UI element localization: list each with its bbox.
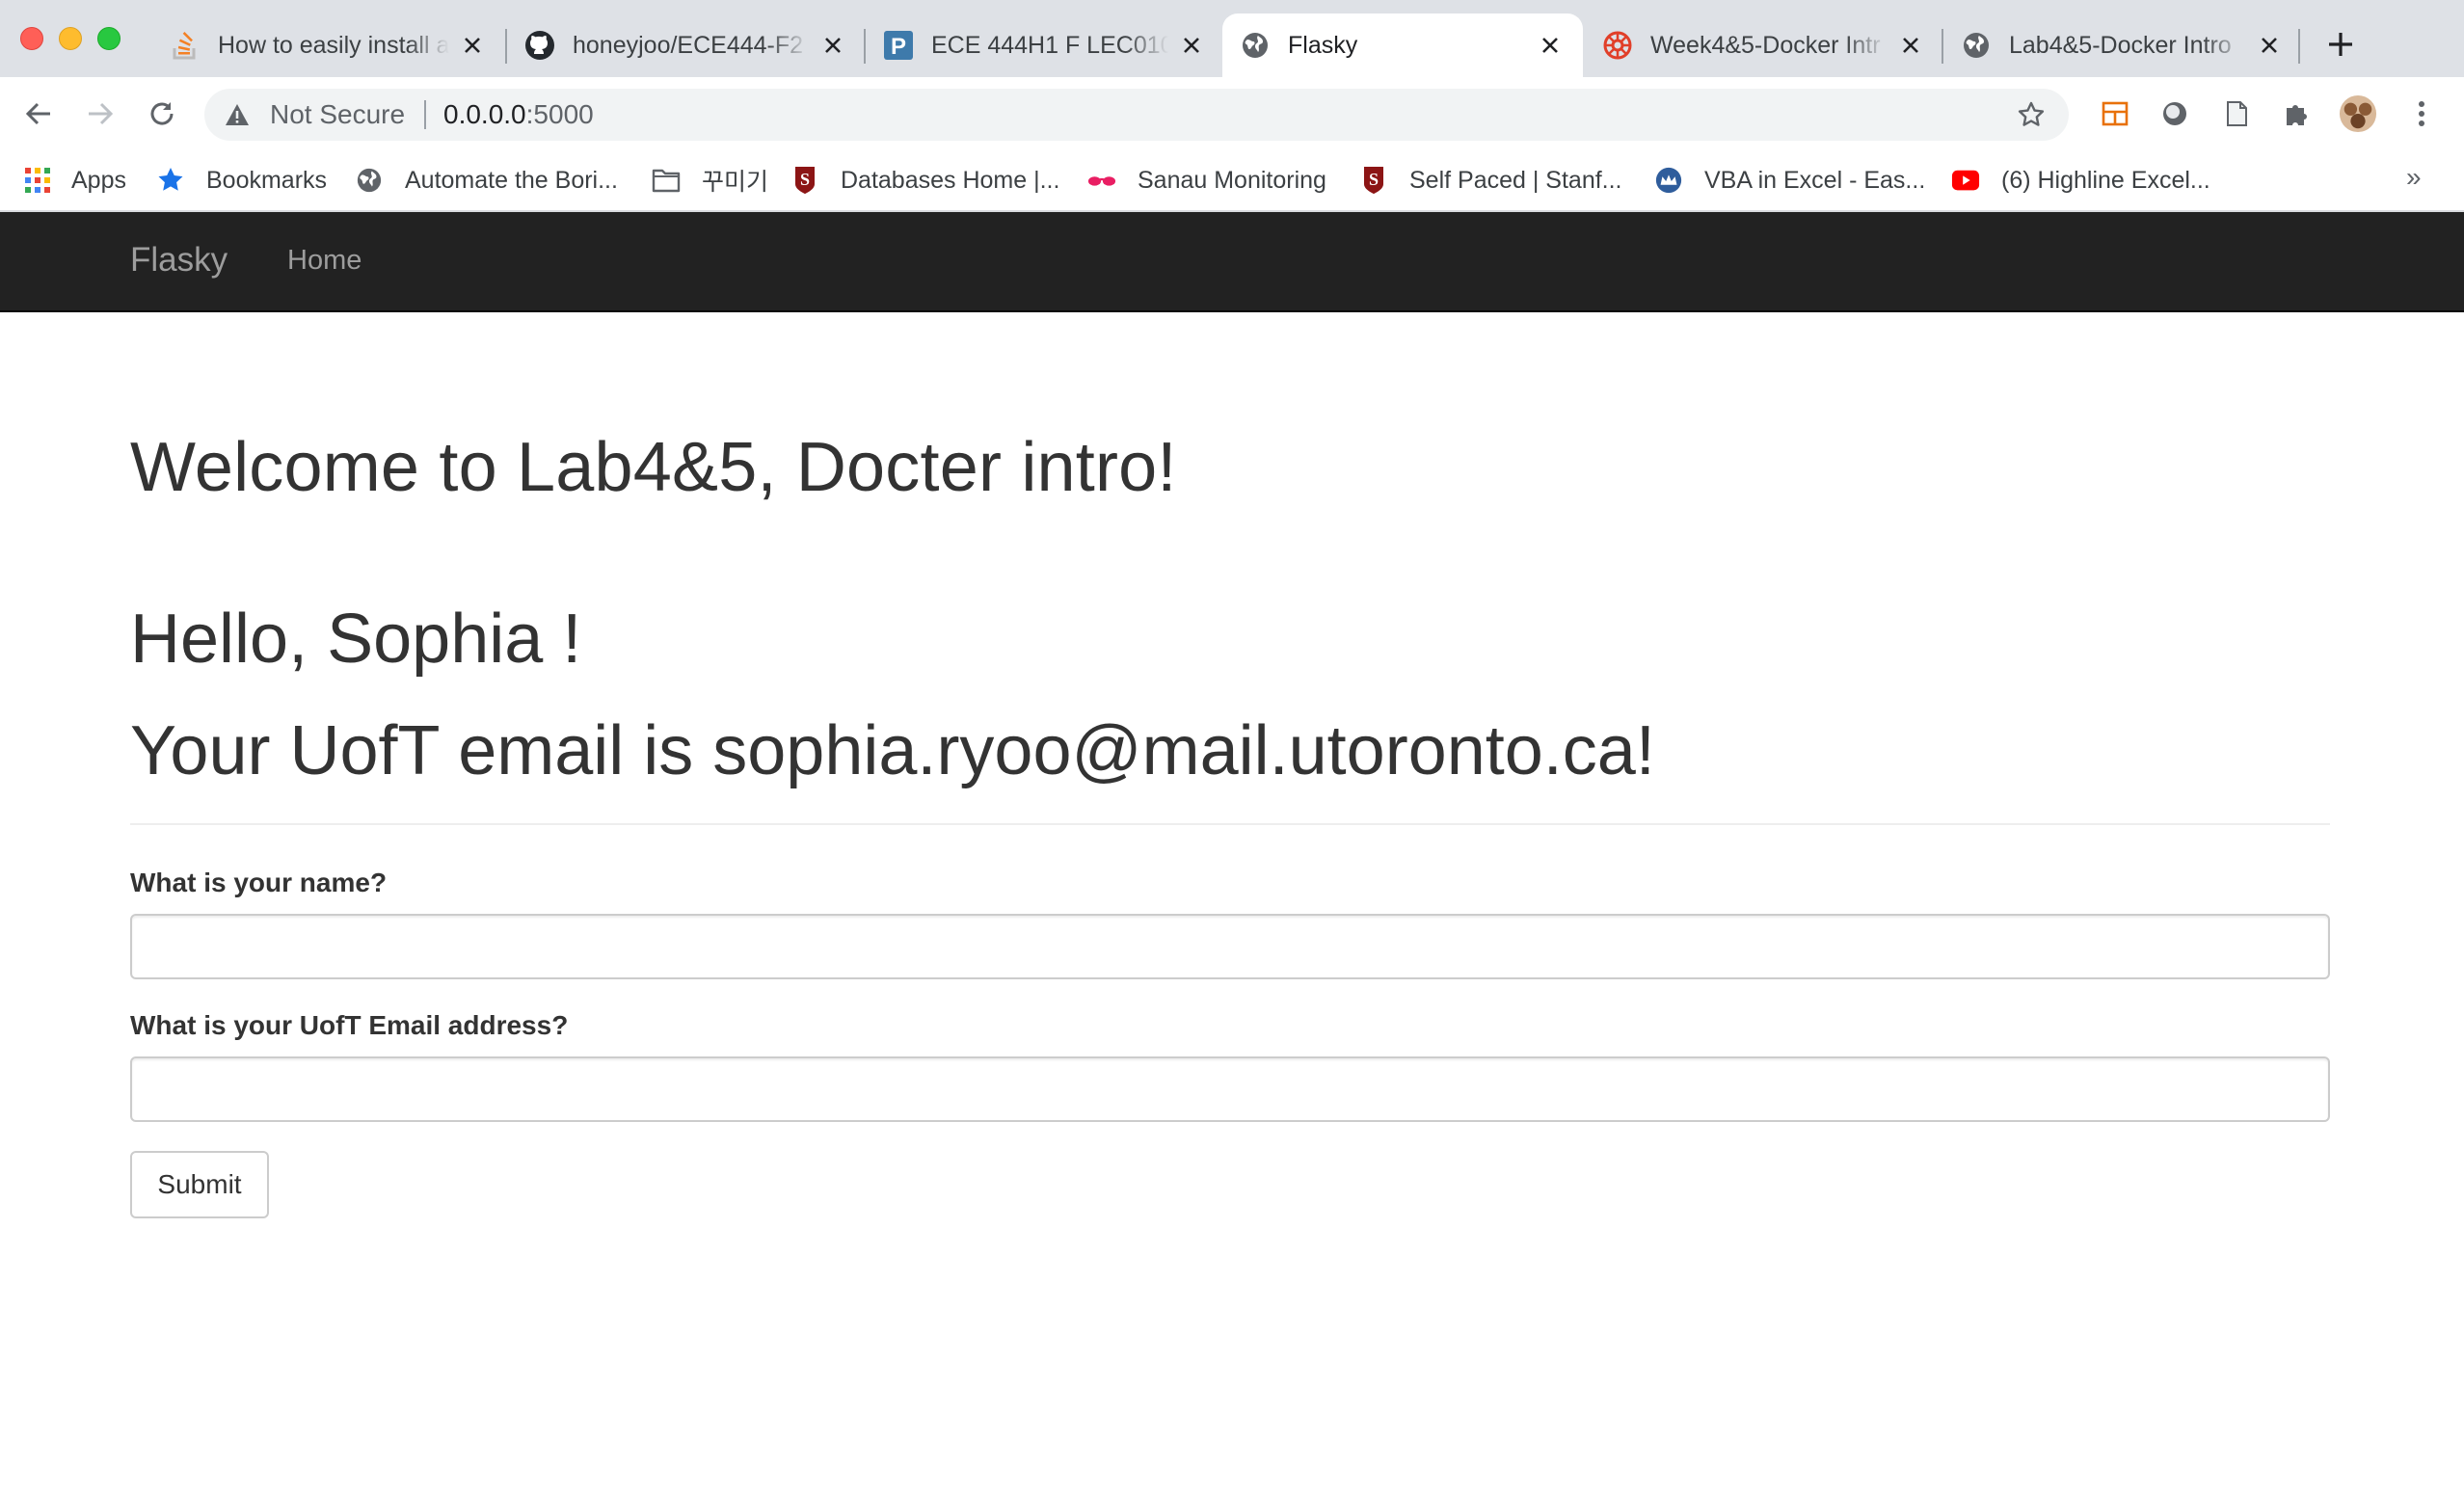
nav-link-home[interactable]: Home [287, 245, 362, 277]
warning-icon [226, 104, 249, 125]
url-text[interactable]: 0.0.0.0:5000 [443, 99, 594, 130]
quercus-icon [1602, 30, 1633, 61]
tab-separator [2298, 29, 2300, 64]
reload-button[interactable] [141, 93, 183, 135]
tab-title: Flasky [1288, 31, 1358, 59]
site-navbar: Flasky Home [0, 212, 2464, 312]
crown-icon [1654, 166, 1683, 195]
url-host: 0.0.0.0 [443, 99, 526, 129]
email-label: What is your UofT Email address? [130, 1010, 569, 1040]
bookmarks-overflow-button[interactable]: » [2406, 162, 2422, 193]
bookmark-label: Apps [71, 166, 126, 194]
extension-document-icon[interactable] [2217, 94, 2256, 133]
bookmark-label: Self Paced | Stanf... [1409, 166, 1622, 194]
close-icon[interactable] [459, 32, 486, 59]
close-icon[interactable] [819, 32, 846, 59]
bookmark-folder[interactable]: 꾸미기 [652, 158, 768, 202]
browser-tab-github[interactable]: honeyjoo/ECE444-F2 [507, 13, 866, 77]
svg-text:S: S [800, 170, 810, 189]
extension-layout-icon[interactable] [2096, 94, 2134, 133]
security-label[interactable]: Not Secure [270, 99, 405, 130]
greeting-heading: Hello, Sophia ! [130, 601, 582, 678]
stanford-icon: S [1359, 166, 1388, 195]
bookmark-apps[interactable]: Apps [23, 158, 126, 202]
email-heading: Your UofT email is sophia.ryoo@mail.utor… [130, 712, 1655, 789]
bookmark-automate[interactable]: Automate the Bori... [355, 158, 618, 202]
back-button[interactable] [17, 93, 60, 135]
glasses-icon [1087, 166, 1116, 195]
submit-button[interactable]: Submit [130, 1151, 269, 1218]
star-icon [156, 166, 185, 195]
tab-title: Week4&5-Docker Intr [1650, 31, 1881, 59]
arrow-left-icon [25, 102, 50, 125]
plus-icon [2329, 33, 2352, 56]
bookmark-label: Bookmarks [206, 166, 328, 194]
close-icon[interactable] [1537, 32, 1564, 59]
new-tab-button[interactable] [2323, 27, 2358, 62]
folder-icon [652, 166, 681, 195]
forward-button[interactable] [79, 93, 121, 135]
stackoverflow-icon [170, 30, 201, 61]
browser-tab-piazza[interactable]: P ECE 444H1 F LEC010 [866, 13, 1224, 77]
browser-tab-stackoverflow[interactable]: How to easily install a [152, 13, 505, 77]
maximize-window-button[interactable] [97, 27, 121, 50]
browser-tab-quercus[interactable]: Week4&5-Docker Intr [1585, 13, 1943, 77]
bookmark-self-paced[interactable]: S Self Paced | Stanf... [1359, 158, 1622, 202]
github-icon [524, 30, 555, 61]
extensions-puzzle-icon[interactable] [2277, 94, 2316, 133]
bookmark-label: VBA in Excel - Eas... [1704, 166, 1926, 194]
bookmark-star-icon[interactable] [2017, 100, 2046, 129]
globe-icon [1961, 30, 1992, 61]
welcome-heading: Welcome to Lab4&5, Docter intro! [130, 429, 1177, 506]
browser-menu-icon[interactable] [2402, 94, 2441, 133]
bookmark-label: Databases Home |... [841, 166, 1060, 194]
extension-circle-icon[interactable] [2156, 94, 2194, 133]
bookmark-databases[interactable]: S Databases Home |... [790, 158, 1059, 202]
browser-tab-flasky[interactable]: Flasky [1222, 13, 1583, 77]
tab-title: ECE 444H1 F LEC010 [931, 31, 1168, 59]
navbar-brand[interactable]: Flasky [130, 241, 228, 280]
browser-tab-strip: How to easily install a honeyjoo/ECE444-… [0, 0, 2464, 77]
svg-text:S: S [1369, 170, 1379, 189]
divider [130, 823, 2330, 825]
close-icon[interactable] [1897, 32, 1924, 59]
bookmark-label: 꾸미기 [702, 169, 769, 196]
close-icon[interactable] [1178, 32, 1205, 59]
stanford-icon: S [790, 166, 819, 195]
globe-icon [1240, 30, 1271, 61]
bookmark-sanau[interactable]: Sanau Monitoring [1087, 158, 1326, 202]
bookmark-label: Sanau Monitoring [1138, 166, 1326, 194]
bookmark-highline[interactable]: (6) Highline Excel... [1951, 158, 2210, 202]
svg-text:P: P [891, 34, 906, 60]
tab-title: Lab4&5-Docker Intro [2009, 31, 2232, 59]
youtube-icon [1951, 166, 1980, 195]
tab-title: How to easily install a [218, 31, 449, 59]
close-icon[interactable] [2256, 32, 2283, 59]
profile-avatar[interactable] [2339, 94, 2377, 133]
address-bar[interactable]: Not Secure 0.0.0.0:5000 [204, 89, 2069, 141]
browser-tab-lab[interactable]: Lab4&5-Docker Intro [1943, 13, 2302, 77]
bookmark-vba-excel[interactable]: VBA in Excel - Eas... [1654, 158, 1925, 202]
bookmark-label: Automate the Bori... [405, 166, 618, 194]
piazza-icon: P [883, 30, 914, 61]
arrow-right-icon [89, 102, 114, 125]
tab-title: honeyjoo/ECE444-F2 [573, 31, 804, 59]
close-window-button[interactable] [20, 27, 43, 50]
name-label: What is your name? [130, 868, 388, 897]
globe-icon [355, 166, 384, 195]
omnibox-divider [424, 100, 426, 129]
bookmark-label: (6) Highline Excel... [2001, 166, 2210, 194]
name-input[interactable] [130, 914, 2330, 979]
reload-icon [150, 102, 174, 125]
apps-grid-icon [23, 166, 52, 195]
email-input[interactable] [130, 1056, 2330, 1122]
url-port: :5000 [525, 99, 594, 129]
minimize-window-button[interactable] [59, 27, 82, 50]
browser-toolbar: Not Secure 0.0.0.0:5000 [0, 77, 2464, 150]
bookmarks-bar: Apps Bookmarks Automate the Bori... 꾸미기 … [0, 150, 2464, 212]
bookmark-bookmarks[interactable]: Bookmarks [156, 158, 327, 202]
